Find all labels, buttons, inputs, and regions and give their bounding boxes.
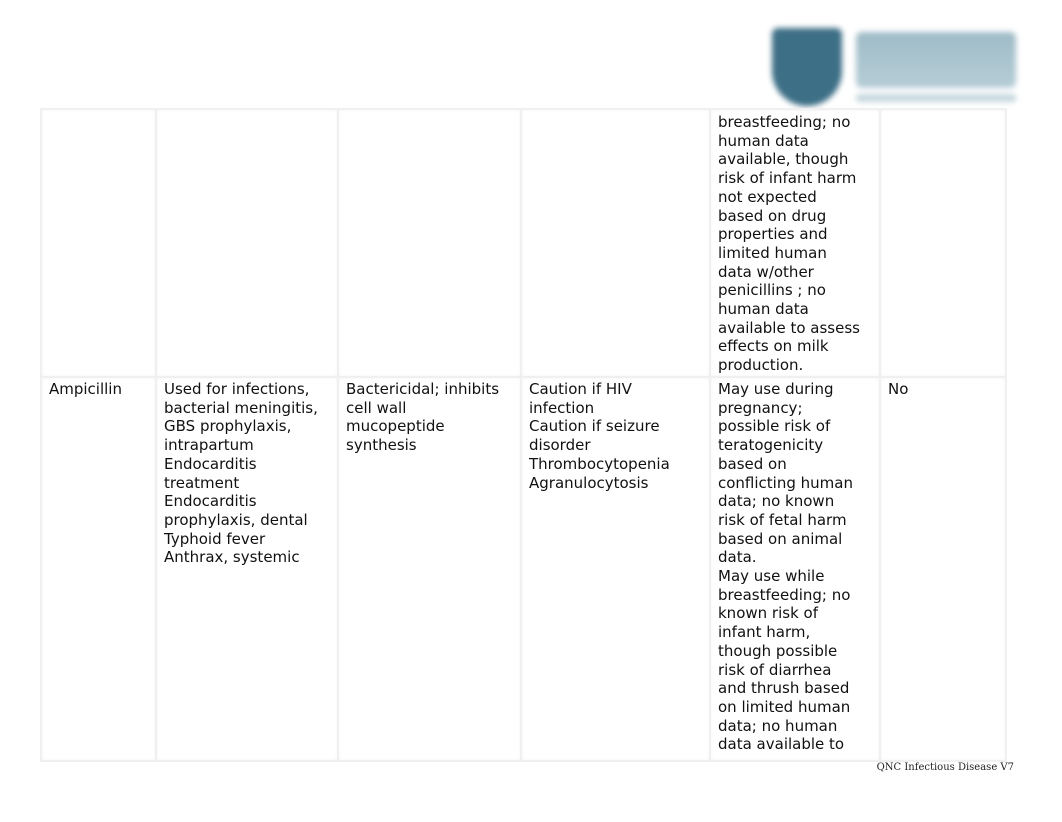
last-cell xyxy=(879,108,1007,378)
table-row: breastfeeding; no human data available, … xyxy=(40,108,1007,378)
shield-icon xyxy=(772,28,842,106)
cautions-cell xyxy=(520,108,711,378)
table-row: Ampicillin Used for infections, bacteria… xyxy=(40,376,1007,762)
last-cell: No xyxy=(879,376,1007,762)
drug-table: breastfeeding; no human data available, … xyxy=(40,108,1007,762)
drug-cell xyxy=(40,108,157,378)
indications-cell xyxy=(155,108,339,378)
page-footer: QNC Infectious Disease V7 xyxy=(876,762,1014,773)
drug-cell: Ampicillin xyxy=(40,376,157,762)
mechanism-cell xyxy=(337,108,522,378)
pregnancy-lactation-cell: breastfeeding; no human data available, … xyxy=(709,108,881,378)
indications-cell: Used for infections, bacterial meningiti… xyxy=(155,376,339,762)
cautions-cell: Caution if HIV infection Caution if seiz… xyxy=(520,376,711,762)
logo-wordmark xyxy=(856,32,1016,88)
pregnancy-lactation-cell: May use during pregnancy; possible risk … xyxy=(709,376,881,762)
logo-tagline xyxy=(856,94,1016,102)
university-logo xyxy=(768,24,1018,110)
mechanism-cell: Bactericidal; inhibits cell wall mucopep… xyxy=(337,376,522,762)
